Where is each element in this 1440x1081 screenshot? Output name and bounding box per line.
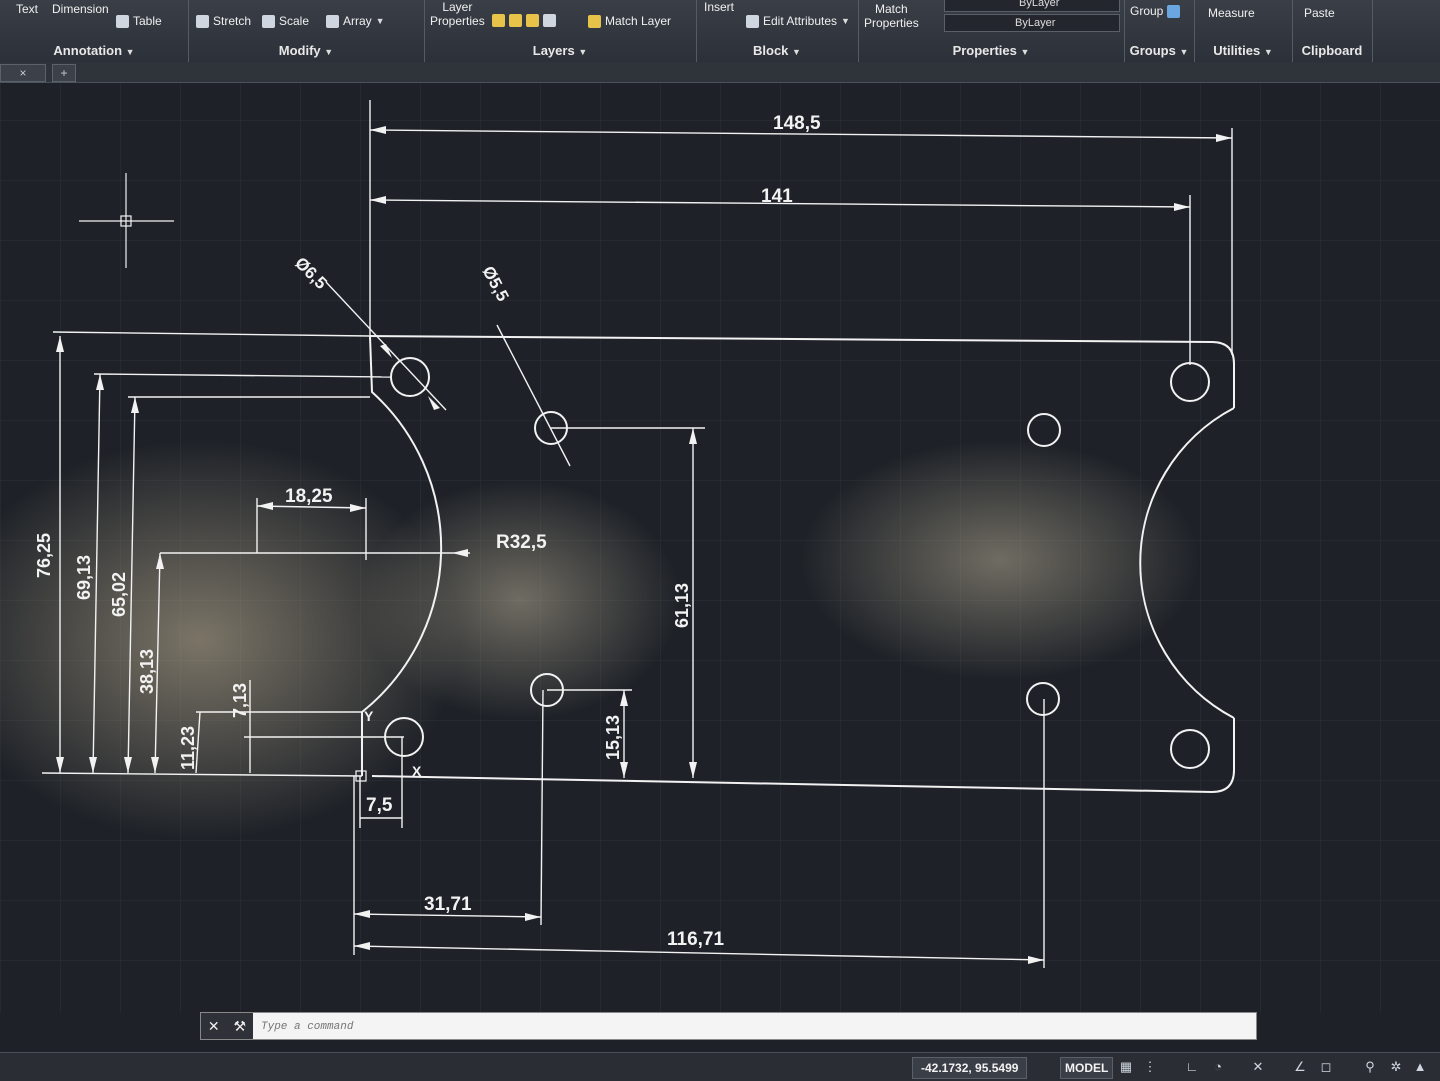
osnap-icon[interactable]: ✕ (1250, 1059, 1266, 1075)
layer-lock-icon (509, 14, 522, 27)
ribbon: Text Dimension Table Annotation ▼ Stretc… (0, 0, 1440, 63)
edit-attributes-icon (746, 14, 759, 28)
command-input[interactable] (259, 1017, 1223, 1037)
linetype-combo[interactable]: ByLayer (944, 14, 1120, 32)
properties-panel: Match Properties ByLayer ByLayer Properti… (858, 0, 1125, 62)
model-space: Y X 148,5 141 Ø6,5 Ø5,5 76,25 69,13 65,0… (0, 83, 1440, 1013)
drawing-tab[interactable]: × (0, 64, 46, 82)
group-tool[interactable]: Group (1130, 4, 1181, 18)
paste-tool[interactable]: Paste (1304, 6, 1335, 20)
command-line-tools: ✕ ⚒ (201, 1013, 253, 1039)
transparency-icon[interactable]: ◻ (1318, 1059, 1334, 1075)
close-icon[interactable]: ✕ (208, 1018, 220, 1035)
modify-panel: Stretch Scale Array ▼ Modify ▼ (188, 0, 425, 62)
wrench-icon[interactable]: ⚒ (234, 1018, 247, 1035)
grid-icon[interactable]: ▦ (1118, 1059, 1134, 1075)
insert-tool[interactable]: Insert (704, 0, 734, 14)
block-panel-title[interactable]: Block ▼ (696, 43, 858, 58)
layers-panel-title[interactable]: Layers ▼ (424, 43, 696, 58)
annotation-panel-title[interactable]: Annotation ▼ (0, 43, 188, 58)
table-tool[interactable]: Table (116, 14, 162, 28)
array-icon (326, 14, 339, 28)
dim-r32-5: R32,5 (496, 532, 547, 553)
annotation-scale-icon[interactable]: ⚲ (1362, 1059, 1378, 1075)
annotation-visibility-icon[interactable]: ▲ (1412, 1059, 1428, 1075)
snap-icon[interactable]: ⋮ (1142, 1059, 1158, 1075)
dim-31-71: 31,71 (424, 894, 472, 915)
dim-15-13: 15,13 (603, 715, 623, 760)
layer-isolate-icon (526, 14, 539, 27)
dim-7-13: 7,13 (230, 683, 250, 718)
annotation-panel: Text Dimension Table Annotation ▼ (0, 0, 189, 62)
table-icon (116, 14, 129, 28)
properties-panel-title[interactable]: Properties ▼ (858, 43, 1124, 58)
block-panel: Insert Edit Attributes ▼ Block ▼ (696, 0, 859, 62)
screen-glare (360, 480, 680, 720)
clipboard-panel-title: Clipboard (1301, 43, 1363, 58)
dim-76-25: 76,25 (34, 533, 54, 578)
dim-18-25: 18,25 (285, 486, 333, 507)
dim-11-23: 11,23 (178, 726, 198, 770)
measure-tool[interactable]: Measure (1208, 6, 1255, 20)
workspace-icon[interactable]: ✲ (1388, 1059, 1404, 1075)
dim-148-5: 148,5 (773, 113, 821, 134)
ucs-x-label: X (412, 763, 422, 779)
match-layer-icon (588, 14, 601, 28)
layer-freeze-icon (492, 14, 505, 27)
lineweight-icon[interactable]: ∠ (1292, 1059, 1308, 1075)
scale-icon (262, 14, 275, 28)
stretch-icon (196, 14, 209, 28)
model-space-button[interactable]: MODEL (1060, 1057, 1114, 1079)
command-line: ✕ ⚒ (200, 1012, 1257, 1040)
dim-65-02: 65,02 (109, 572, 129, 617)
match-layer-tool[interactable]: Match Layer (588, 14, 671, 28)
dim-69-13: 69,13 (74, 555, 94, 600)
dim-7-5: 7,5 (366, 795, 393, 816)
group-icon (1167, 4, 1181, 18)
new-tab-button[interactable]: + (52, 64, 76, 82)
groups-panel: Group Groups ▼ (1124, 0, 1195, 62)
coordinate-readout[interactable]: -42.1732, 95.5499 (912, 1057, 1028, 1079)
color-combo[interactable]: ByLayer (944, 0, 1120, 12)
layer-off-icon (543, 14, 556, 27)
file-tab-bar: × + (0, 62, 1440, 83)
status-bar: -42.1732, 95.5499 MODEL ▦ ⋮ ∟ ◔ ✕ ∠ ◻ ⚲ … (0, 1052, 1440, 1081)
layer-properties-tool[interactable]: Layer Properties (430, 0, 485, 28)
stretch-tool[interactable]: Stretch (196, 14, 251, 28)
drawing-canvas[interactable]: Y X 148,5 141 Ø6,5 Ø5,5 76,25 69,13 65,0… (0, 83, 1440, 1013)
dim-38-13: 38,13 (137, 649, 157, 694)
utilities-panel-title[interactable]: Utilities ▼ (1194, 43, 1292, 58)
dim-116-71: 116,71 (667, 929, 724, 950)
edit-attributes-tool[interactable]: Edit Attributes ▼ (746, 14, 850, 28)
dim-61-13: 61,13 (672, 583, 692, 628)
polar-icon[interactable]: ◔ (1210, 1059, 1226, 1075)
clipboard-panel: Paste Clipboard (1292, 0, 1373, 62)
utilities-panel: Measure Utilities ▼ (1194, 0, 1293, 62)
match-properties-tool[interactable]: Match Properties (864, 2, 919, 30)
ucs-y-label: Y (364, 708, 374, 724)
layers-panel: Layer Properties Match Layer Layers ▼ (424, 0, 697, 62)
dimension-tool[interactable]: Dimension (52, 2, 109, 16)
close-tab-icon[interactable]: × (19, 66, 26, 80)
text-tool[interactable]: Text (16, 2, 38, 16)
modify-panel-title[interactable]: Modify ▼ (188, 43, 424, 58)
dim-141: 141 (761, 186, 793, 207)
array-tool[interactable]: Array ▼ (326, 14, 385, 28)
scale-tool[interactable]: Scale (262, 14, 309, 28)
ortho-icon[interactable]: ∟ (1184, 1059, 1200, 1075)
plus-icon: + (60, 66, 68, 80)
layer-icons[interactable] (492, 14, 556, 27)
groups-panel-title[interactable]: Groups ▼ (1124, 43, 1194, 58)
